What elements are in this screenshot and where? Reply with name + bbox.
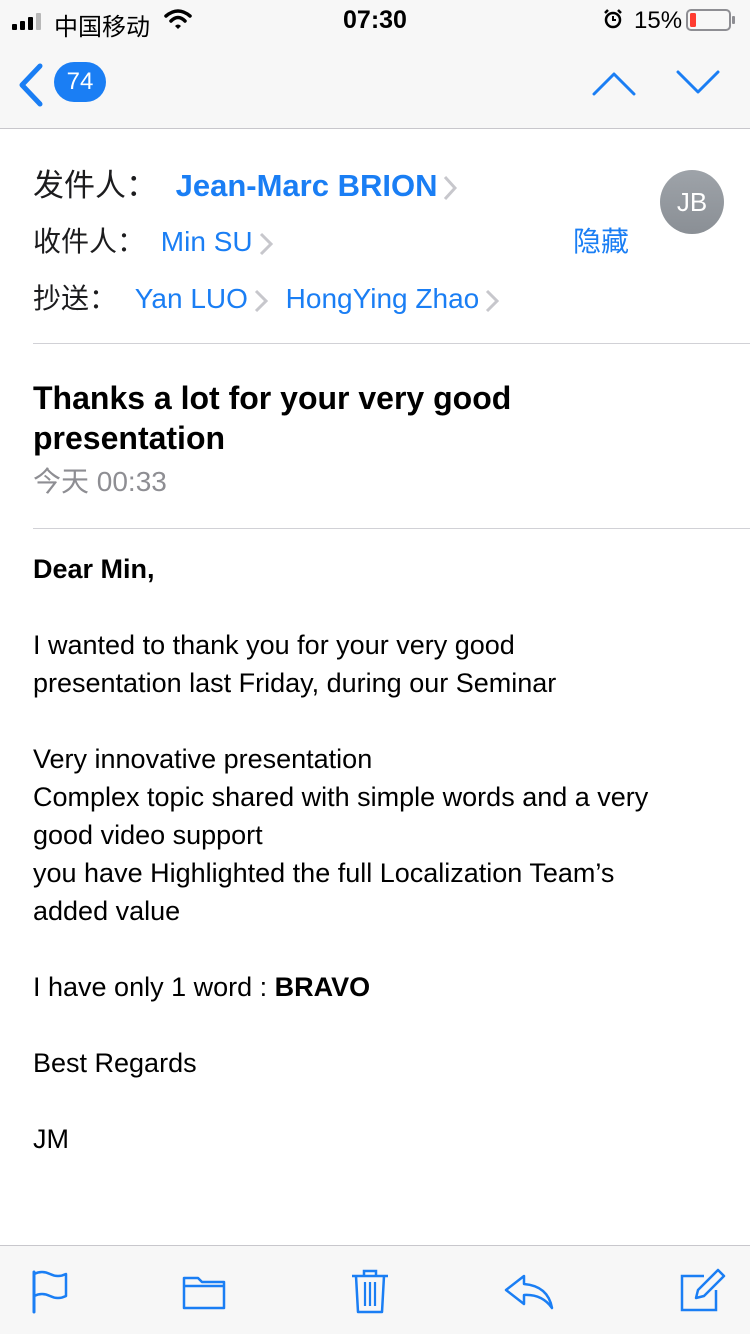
subject-divider <box>33 528 750 529</box>
folder-icon[interactable] <box>180 1268 228 1314</box>
chevron-right-icon <box>259 232 273 255</box>
body-line: Complex topic shared with simple words a… <box>33 782 649 812</box>
body-line: presentation last Friday, during our Sem… <box>33 668 557 698</box>
body-line: added value <box>33 896 181 926</box>
chevron-right-icon <box>254 289 268 312</box>
bravo-prefix: I have only 1 word : <box>33 972 275 1002</box>
body-line: Very innovative presentation <box>33 744 373 774</box>
from-name[interactable]: Jean-Marc BRION <box>176 168 438 203</box>
email-subject: Thanks a lot for your very good presenta… <box>33 380 512 456</box>
bravo-line: I have only 1 word : BRAVO <box>33 968 733 1006</box>
navigation-bar: 74 <box>0 40 750 128</box>
sender-avatar[interactable]: JB <box>660 170 724 234</box>
from-row: 发件人： Jean-Marc BRION <box>33 160 458 205</box>
bottom-toolbar <box>0 1245 750 1334</box>
body-line: good video support <box>33 820 263 850</box>
greeting: Dear Min, <box>33 554 155 584</box>
email-date: 今天 00:33 <box>33 466 167 497</box>
body-line: you have Highlighted the full Localizati… <box>33 858 615 888</box>
compose-icon[interactable] <box>678 1268 726 1314</box>
previous-message-icon[interactable] <box>592 70 636 96</box>
hide-details-link[interactable]: 隐藏 <box>573 220 629 260</box>
cc-row: 抄送： Yan LUO HongYing Zhao <box>33 277 500 317</box>
battery-percentage: 15% <box>634 7 683 34</box>
signature: JM <box>33 1124 69 1154</box>
to-row: 收件人： Min SU <box>33 220 273 260</box>
battery-icon <box>686 9 735 31</box>
next-message-icon[interactable] <box>676 70 720 96</box>
reply-icon[interactable] <box>502 1268 556 1314</box>
unread-count-badge[interactable]: 74 <box>54 62 106 102</box>
cc-name-2[interactable]: HongYing Zhao <box>286 283 480 314</box>
to-label: 收件人： <box>33 226 146 257</box>
mail-message-screen: 中国移动 07:30 15% 74 发件人： Jean-Marc BRION J… <box>0 0 750 1334</box>
from-label: 发件人： <box>33 168 157 203</box>
to-name[interactable]: Min SU <box>161 226 253 257</box>
trash-icon[interactable] <box>346 1268 394 1314</box>
flag-icon[interactable] <box>28 1268 76 1314</box>
bravo-word: BRAVO <box>274 972 371 1002</box>
header-divider <box>33 343 750 344</box>
chevron-right-icon <box>444 175 458 200</box>
status-bar: 中国移动 07:30 15% <box>0 0 750 41</box>
chevron-right-icon <box>486 289 500 312</box>
cc-name-1[interactable]: Yan LUO <box>135 283 248 314</box>
regards-line: Best Regards <box>33 1048 197 1078</box>
top-bar: 中国移动 07:30 15% 74 <box>0 0 750 129</box>
back-chevron-icon[interactable] <box>14 62 46 108</box>
body-line: I wanted to thank you for your very good <box>33 630 515 660</box>
alarm-icon <box>604 9 622 29</box>
cc-label: 抄送： <box>33 283 118 314</box>
email-body: Dear Min, I wanted to thank you for your… <box>33 550 733 1158</box>
